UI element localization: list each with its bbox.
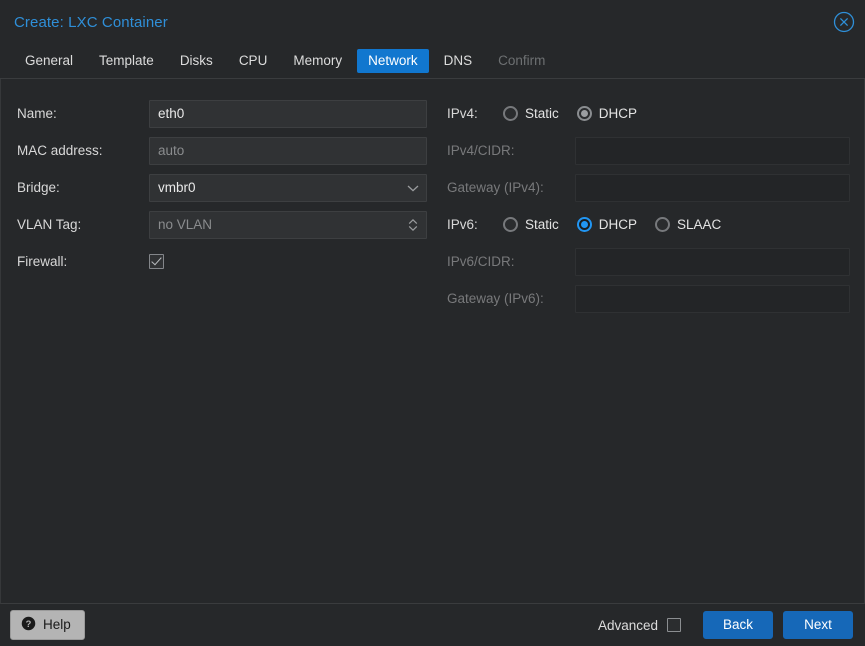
mac-address-input[interactable]: auto xyxy=(149,136,427,165)
spinner-updown-icon[interactable] xyxy=(407,212,419,238)
dialog-title: Create: LXC Container xyxy=(14,13,168,31)
mac-address-placeholder: auto xyxy=(158,143,185,158)
ipv4-dhcp-radio-option[interactable]: DHCP xyxy=(576,106,638,121)
dialog-footer: ? Help Advanced Back Next xyxy=(0,604,865,646)
tab-cpu[interactable]: CPU xyxy=(228,49,279,74)
tab-dns[interactable]: DNS xyxy=(433,49,484,74)
ipv6-slaac-radio-option[interactable]: SLAAC xyxy=(655,217,721,232)
mac-address-label: MAC address: xyxy=(17,143,103,158)
tab-disks[interactable]: Disks xyxy=(169,49,224,74)
name-input[interactable]: eth0 xyxy=(149,99,427,128)
field-row-ipv6-gateway: Gateway (IPv6): xyxy=(447,280,850,317)
name-input-value: eth0 xyxy=(158,106,185,121)
ipv4-label: IPv4: xyxy=(447,106,478,121)
field-row-bridge: Bridge: vmbr0 xyxy=(17,169,427,206)
next-button[interactable]: Next xyxy=(783,611,853,639)
advanced-label: Advanced xyxy=(597,617,658,633)
field-row-name: Name: eth0 xyxy=(17,95,427,132)
vlan-tag-placeholder: no VLAN xyxy=(158,217,213,232)
ipv6-dhcp-radio[interactable] xyxy=(576,217,592,232)
tab-network[interactable]: Network xyxy=(357,48,429,74)
question-circle-icon: ? xyxy=(21,616,36,634)
bridge-select-value: vmbr0 xyxy=(158,180,196,195)
ipv6-gateway-input xyxy=(575,284,850,313)
ipv4-static-radio[interactable] xyxy=(503,106,518,121)
field-row-firewall: Firewall: xyxy=(17,243,427,280)
ipv6-cidr-input xyxy=(575,247,850,276)
field-row-ipv4-gateway: Gateway (IPv4): xyxy=(447,169,850,206)
bridge-label: Bridge: xyxy=(17,180,60,195)
ipv4-static-radio-option[interactable]: Static xyxy=(503,106,559,121)
ipv6-label: IPv6: xyxy=(447,217,478,232)
back-button[interactable]: Back xyxy=(703,611,773,639)
close-circle-icon[interactable] xyxy=(832,10,856,34)
firewall-label: Firewall: xyxy=(17,254,68,269)
network-right-column: IPv4: Static DHCP IPv4/CIDR: Gateway (IP… xyxy=(441,95,864,603)
tab-confirm: Confirm xyxy=(498,52,546,68)
ipv4-gateway-label: Gateway (IPv4): xyxy=(447,180,544,195)
svg-text:?: ? xyxy=(26,619,32,629)
name-label: Name: xyxy=(17,106,57,121)
help-button[interactable]: ? Help xyxy=(10,610,85,640)
wizard-tabbar: General Template Disks CPU Memory Networ… xyxy=(0,44,865,79)
ipv6-mode-row: IPv6: Static DHCP SLAAC xyxy=(447,206,850,243)
vlan-tag-label: VLAN Tag: xyxy=(17,217,82,232)
network-settings-panel: Name: eth0 MAC address: auto Bridge: vmb… xyxy=(0,79,865,604)
ipv4-mode-row: IPv4: Static DHCP xyxy=(447,95,850,132)
advanced-checkbox[interactable] xyxy=(667,618,681,632)
ipv4-cidr-input xyxy=(575,136,850,165)
help-button-label: Help xyxy=(43,617,71,633)
ipv4-dhcp-radio[interactable] xyxy=(576,106,592,121)
ipv6-cidr-label: IPv6/CIDR: xyxy=(447,254,515,269)
network-left-column: Name: eth0 MAC address: auto Bridge: vmb… xyxy=(1,95,441,603)
field-row-ipv6-cidr: IPv6/CIDR: xyxy=(447,243,850,280)
field-row-mac-address: MAC address: auto xyxy=(17,132,427,169)
ipv6-gateway-label: Gateway (IPv6): xyxy=(447,291,544,306)
ipv6-static-radio[interactable] xyxy=(503,217,518,232)
chevron-down-icon xyxy=(407,175,419,201)
ipv4-static-label: Static xyxy=(525,106,559,121)
ipv4-cidr-label: IPv4/CIDR: xyxy=(447,143,515,158)
bridge-select[interactable]: vmbr0 xyxy=(149,173,427,202)
tab-general[interactable]: General xyxy=(14,49,84,74)
field-row-vlan-tag: VLAN Tag: no VLAN xyxy=(17,206,427,243)
ipv6-dhcp-label: DHCP xyxy=(598,217,638,232)
vlan-tag-stepper[interactable]: no VLAN xyxy=(149,210,427,239)
ipv4-dhcp-label: DHCP xyxy=(598,106,638,121)
field-row-ipv4-cidr: IPv4/CIDR: xyxy=(447,132,850,169)
advanced-toggle[interactable]: Advanced xyxy=(598,618,681,633)
ipv6-static-radio-option[interactable]: Static xyxy=(503,217,559,232)
dialog-titlebar: Create: LXC Container xyxy=(0,0,865,44)
ipv6-slaac-label: SLAAC xyxy=(677,217,722,232)
ipv6-static-label: Static xyxy=(525,217,559,232)
create-lxc-container-dialog: Create: LXC Container General Template D… xyxy=(0,0,865,646)
tab-template[interactable]: Template xyxy=(88,49,165,74)
tab-memory[interactable]: Memory xyxy=(282,49,353,74)
ipv4-gateway-input xyxy=(575,173,850,202)
firewall-checkbox[interactable] xyxy=(149,254,164,269)
ipv6-slaac-radio[interactable] xyxy=(655,217,671,232)
ipv6-dhcp-radio-option[interactable]: DHCP xyxy=(576,217,638,232)
